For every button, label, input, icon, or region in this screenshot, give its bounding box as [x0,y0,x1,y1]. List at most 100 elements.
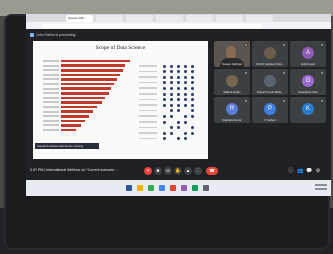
participant-tile[interactable]: ✕ Sukesh Kumar Mitha... [252,69,288,95]
taskbar-app-icon[interactable] [159,185,165,191]
matrix-dot [170,131,173,135]
bar-label [43,96,59,99]
matrix-dot [163,64,166,68]
bar [61,68,123,72]
dot-row-label [139,137,157,140]
bar [61,114,89,118]
activities-icon[interactable]: ⚙ [315,168,321,174]
matrix-dot [191,114,194,118]
matrix-dot [177,137,180,141]
participant-name: Naveen Kallingal [222,63,242,66]
bar-label [43,110,59,113]
browser-tab[interactable]: Naveen MB ... [66,15,93,22]
participant-tile[interactable]: K ✕ [290,97,326,123]
leave-call-button[interactable]: ☎ [206,167,218,175]
slide-caption: research almost last till the coming [35,143,99,149]
matrix-dot [163,137,166,141]
participant-tile[interactable]: ✕ Prof.Dr.Sasheesh Pan... [252,41,288,67]
dot-row-label [139,126,157,129]
matrix-dot [170,109,173,113]
matrix-dot [170,81,173,85]
taskbar-app-icon[interactable] [192,185,198,191]
taskbar-app-icon[interactable] [170,185,176,191]
matrix-dot [163,131,166,135]
browser-tab[interactable] [216,15,243,22]
matrix-dot [191,126,194,130]
mic-off-icon[interactable]: ✕ [144,167,152,175]
taskbar-app-icon[interactable] [137,185,143,191]
taskbar-app-icon[interactable] [203,185,209,191]
bar [61,64,126,67]
matrix-dot [191,81,194,85]
bar-label [43,78,59,81]
taskbar-app-icon[interactable] [181,185,187,191]
taskbar-app-icon[interactable] [148,185,154,191]
participant-name: Rakesh Addan [223,91,241,94]
participant-tile[interactable]: ✕ Naveen Kallingal [214,41,250,67]
matrix-dot [191,75,194,79]
browser-tab[interactable] [246,15,273,22]
participant-tile[interactable]: G ✕ Ganeshram Ravi [290,69,326,95]
bar-label [43,105,59,108]
matrix-dot [163,70,166,74]
participant-grid: ✕ Naveen Kallingal ✕ Prof.Dr.Sasheesh Pan..… [214,41,326,159]
browser-tab[interactable] [96,15,123,22]
dot-row-label [139,81,157,84]
bar-label [43,60,59,62]
participant-tile[interactable]: A ✕ Anila Kumar [290,41,326,67]
info-icon[interactable]: ⓘ [288,168,294,174]
mic-off-icon: ✕ [282,43,286,47]
bar-label [43,69,59,72]
matrix-dot [170,70,173,74]
matrix-dot [191,103,194,107]
people-icon[interactable]: 👥 [297,168,303,174]
matrix-dot [177,92,180,96]
mic-off-icon: ✕ [244,71,248,75]
url-input[interactable] [42,23,262,28]
matrix-dot [184,103,187,107]
matrix-dot [163,86,166,90]
mic-off-icon: ✕ [282,71,286,75]
hand-icon[interactable]: ✋ [174,167,182,175]
matrix-dot [191,86,194,90]
browser-tab[interactable] [126,15,153,22]
more-icon[interactable]: ⋮ [194,167,202,175]
matrix-dot [163,120,166,124]
matrix-dot [177,126,180,130]
mic-off-icon: ✕ [320,99,324,103]
chat-icon[interactable]: 💬 [306,168,312,174]
os-taskbar [26,180,331,196]
bar [61,101,102,104]
participant-tile[interactable]: R ✕ Rajendra Kumar [214,97,250,123]
avatar: P [264,103,276,115]
dot-row-label [139,132,157,134]
present-icon[interactable]: ▲ [184,167,192,175]
matrix-dot [170,114,173,118]
participant-name: Rajendra Kumar [222,119,242,122]
avatar [226,75,238,87]
matrix-dot [163,114,166,118]
participant-name: Ganeshram Ravi [298,91,318,94]
taskbar-clock[interactable] [315,184,327,192]
bar-row [43,128,133,133]
matrix-dot [177,109,180,113]
matrix-dot [170,64,173,68]
matrix-dot [184,120,187,124]
captions-icon[interactable]: cc [164,167,172,175]
browser-tab[interactable] [186,15,213,22]
participant-tile[interactable]: P ✕ P. Suthan [252,97,288,123]
shared-slide: Scope of Data Science research almost la… [33,41,208,159]
matrix-dot [184,81,187,85]
camera-icon[interactable]: ■ [154,167,162,175]
participant-tile[interactable]: ✕ Rakesh Addan [214,69,250,95]
participant-name: Prof.Dr.Sasheesh Pan... [256,63,284,66]
participant-name: Sukesh Kumar Mitha... [256,91,284,94]
dot-row-label [139,121,157,123]
dot-row-label [139,76,157,78]
matrix-dot [177,70,180,74]
taskbar-app-icon[interactable] [126,185,132,191]
browser-tab[interactable] [156,15,183,22]
participant-name: P. Suthan [264,119,276,122]
matrix-dot [170,86,173,90]
slide-dot-matrix [139,57,203,147]
